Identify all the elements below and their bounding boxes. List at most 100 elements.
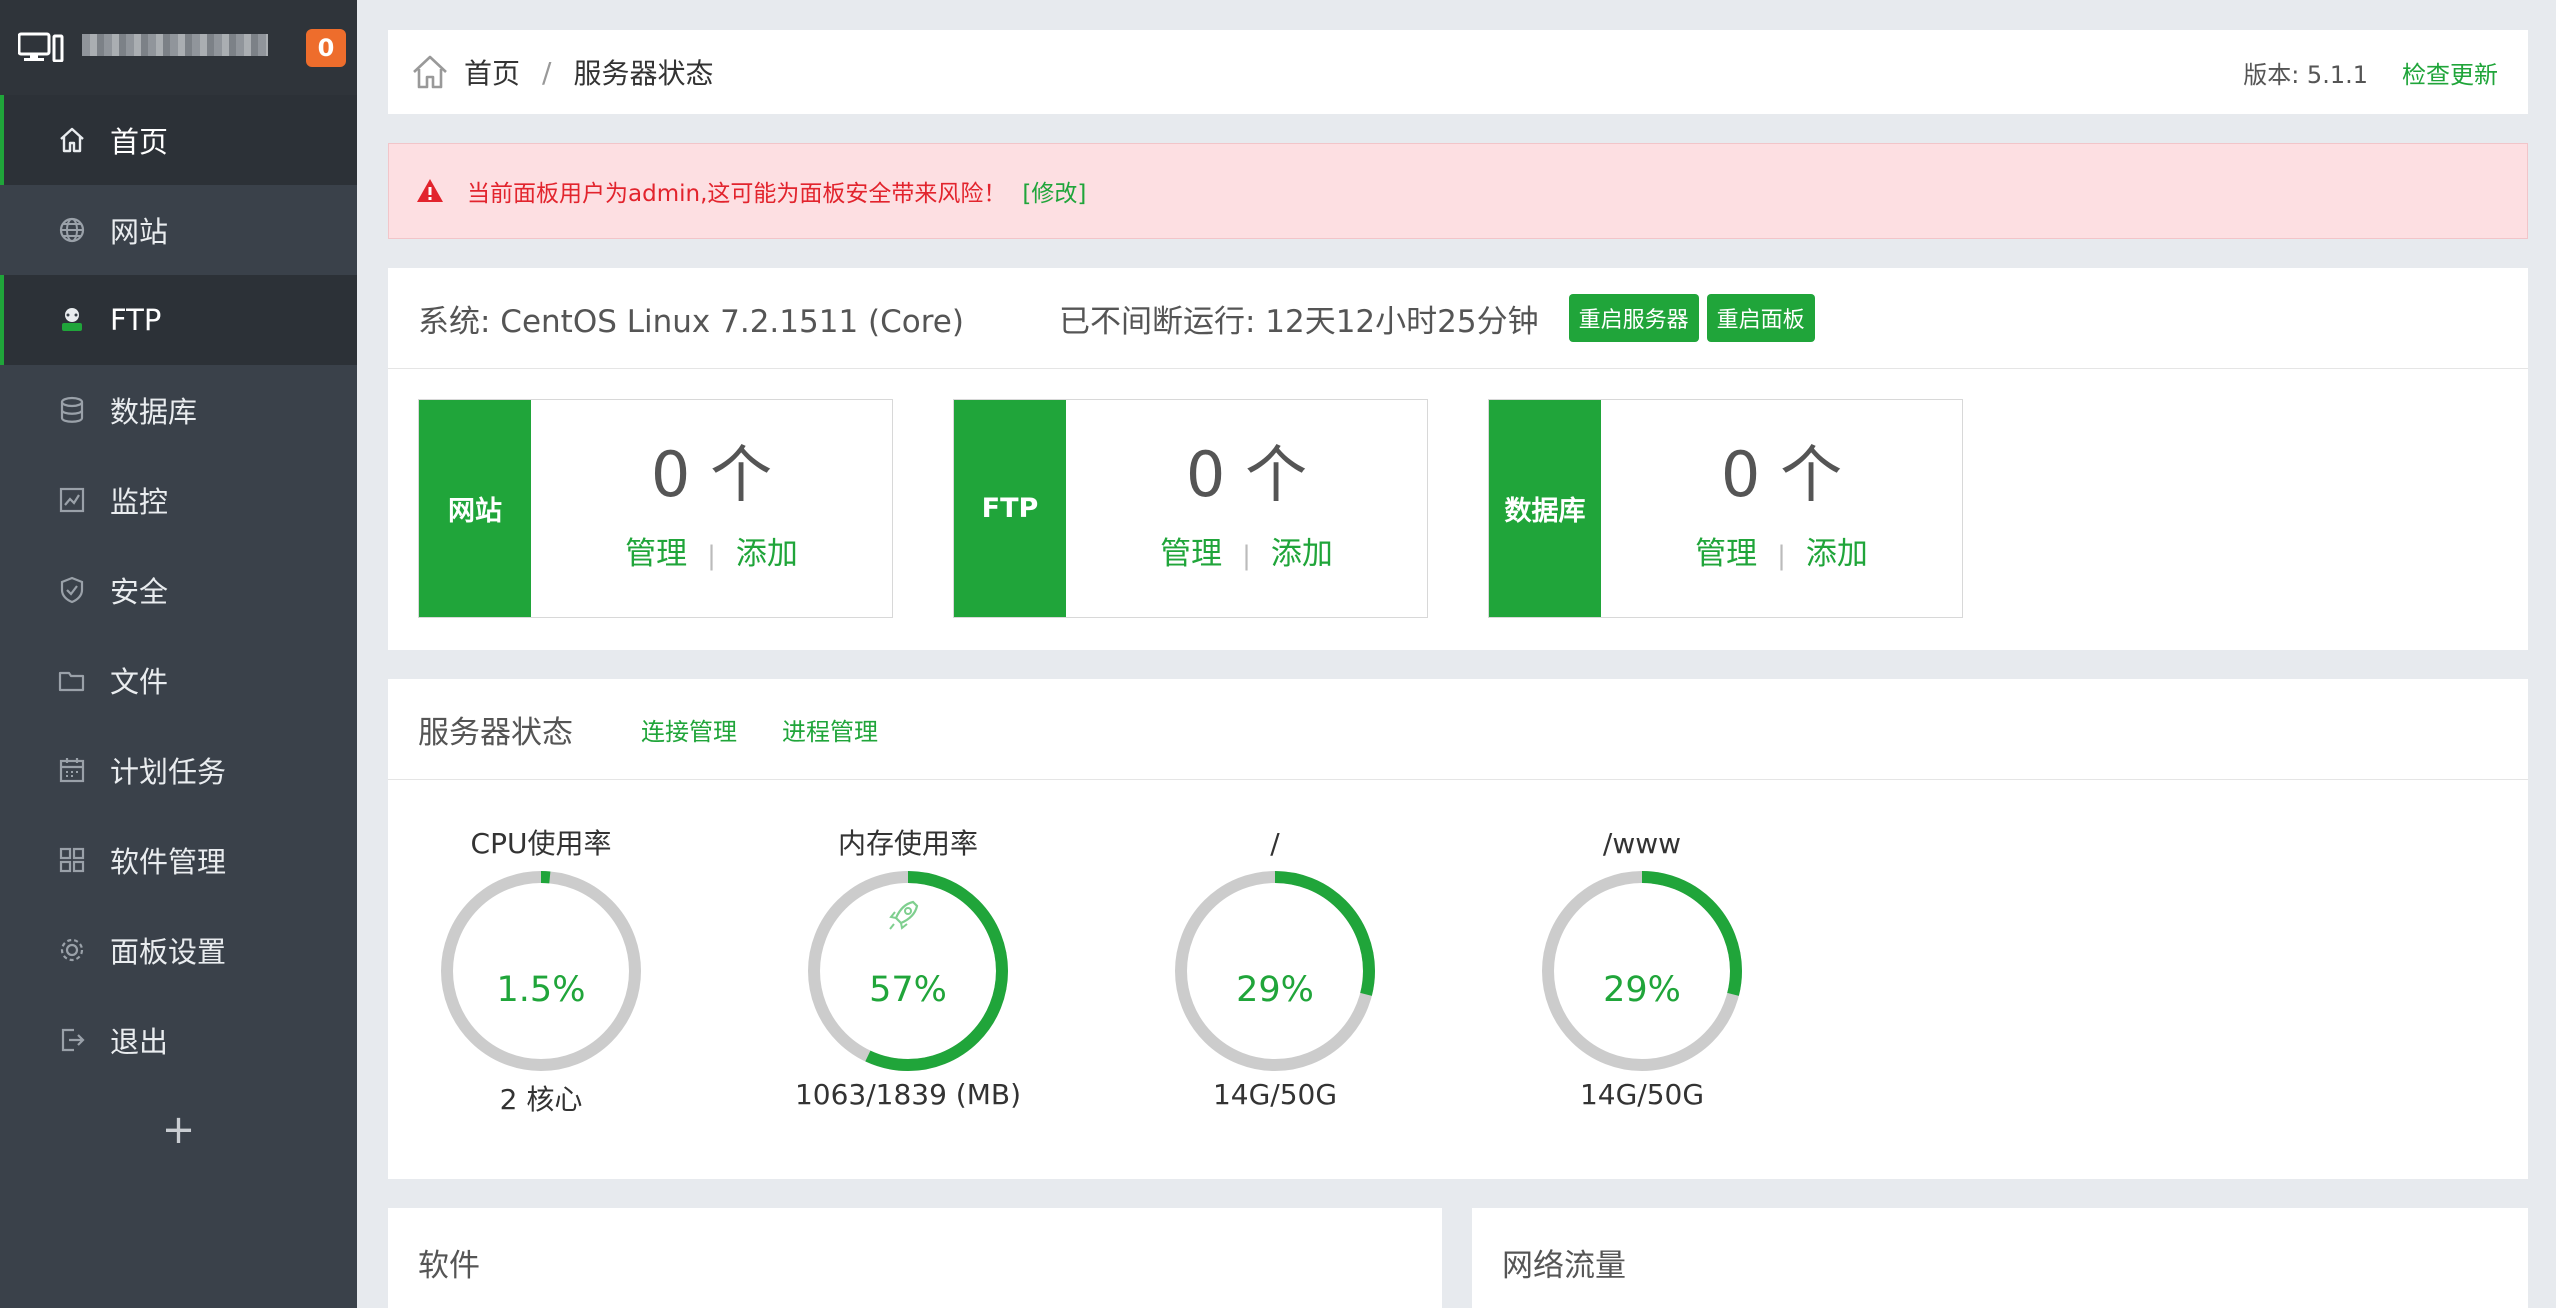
divider: | — [1242, 541, 1251, 571]
sidebar-header: 0 — [0, 0, 357, 95]
gauge-title: 内存使用率 — [837, 827, 978, 860]
root-disk-gauge[interactable]: / 29% 14G/50G — [1155, 824, 1395, 1111]
add-website-link[interactable]: 添加 — [736, 536, 798, 572]
sidebar-item-label: FTP — [110, 303, 162, 337]
sidebar: 0 首页 网站 FTP 数据库 监控 安全 文件 计划任务 软件管理 面板设置 … — [0, 0, 357, 1308]
breadcrumb-separator: / — [542, 55, 552, 89]
check-update-link[interactable]: 检查更新 — [2402, 55, 2498, 90]
panel-title: 软件 — [418, 1248, 480, 1284]
sidebar-item-label: 文件 — [110, 665, 169, 699]
add-database-link[interactable]: 添加 — [1806, 536, 1868, 572]
home-icon — [54, 122, 90, 158]
database-icon — [54, 392, 90, 428]
sidebar-item-software[interactable]: 软件管理 — [0, 815, 357, 905]
security-alert: 当前面板用户为admin,这可能为面板安全带来风险！ [修改] — [388, 143, 2528, 239]
breadcrumb-current: 服务器状态 — [573, 57, 714, 90]
memory-gauge[interactable]: 内存使用率 57% 1063/1839 (MB) — [788, 824, 1028, 1111]
ftp-tile: FTP 0 个 管理 | 添加 — [953, 399, 1428, 618]
traffic-panel: 网络流量 — [1472, 1208, 2528, 1308]
software-panel: 软件 — [388, 1208, 1442, 1308]
gauge-title: CPU使用率 — [470, 827, 612, 860]
sidebar-item-label: 计划任务 — [110, 755, 227, 789]
fix-link[interactable]: [修改] — [1022, 174, 1086, 208]
status-header: 服务器状态 连接管理 进程管理 — [388, 679, 2528, 780]
sidebar-item-settings[interactable]: 面板设置 — [0, 905, 357, 995]
server-status: 服务器状态 连接管理 进程管理 CPU使用率 1.5% 2 核心 内存使用率 5… — [388, 679, 2528, 1179]
warning-icon — [417, 179, 443, 202]
sidebar-item-label: 退出 — [110, 1025, 169, 1059]
system-header: 系统: CentOS Linux 7.2.1511 (Core) 已不间断运行:… — [388, 268, 2528, 369]
divider: | — [707, 541, 716, 571]
gauge-value: 29% — [1236, 970, 1314, 1010]
gauge-value: 29% — [1603, 970, 1681, 1010]
shield-icon — [54, 572, 90, 608]
gauge-title: /www — [1602, 827, 1682, 860]
server-logo-icon — [18, 32, 64, 62]
sidebar-item-label: 网站 — [110, 215, 169, 249]
system-overview: 系统: CentOS Linux 7.2.1511 (Core) 已不间断运行:… — [388, 268, 2528, 650]
database-tile: 数据库 0 个 管理 | 添加 — [1488, 399, 1963, 618]
processes-link[interactable]: 进程管理 — [782, 712, 878, 747]
gear-icon — [54, 932, 90, 968]
ftp-icon — [54, 302, 90, 338]
tile-count: 0 个 — [650, 438, 773, 511]
sidebar-item-label: 软件管理 — [110, 845, 227, 879]
tile-count: 0 个 — [1185, 438, 1308, 511]
tile-label: 网站 — [419, 400, 531, 617]
manage-database-link[interactable]: 管理 — [1695, 536, 1757, 572]
sidebar-item-cron[interactable]: 计划任务 — [0, 725, 357, 815]
add-ftp-link[interactable]: 添加 — [1271, 536, 1333, 572]
sidebar-item-database[interactable]: 数据库 — [0, 365, 357, 455]
tile-label: FTP — [954, 400, 1066, 617]
sidebar-item-label: 监控 — [110, 485, 169, 519]
uptime-info: 已不间断运行: 12天12小时25分钟 — [1058, 303, 1539, 340]
cpu-gauge[interactable]: CPU使用率 1.5% 2 核心 — [421, 824, 661, 1118]
gauge-detail: 14G/50G — [1579, 1078, 1705, 1111]
gauge-detail: 1063/1839 (MB) — [794, 1078, 1022, 1111]
panel-title: 网络流量 — [1502, 1248, 1626, 1284]
hostname-blurred — [82, 34, 268, 56]
gauge-value: 1.5% — [496, 970, 586, 1010]
tile-label: 数据库 — [1489, 400, 1601, 617]
alert-message: 当前面板用户为admin,这可能为面板安全带来风险！ — [467, 181, 1007, 207]
gauge-detail: 2 核心 — [499, 1083, 583, 1116]
folder-icon — [54, 662, 90, 698]
gauge-detail: 14G/50G — [1212, 1078, 1338, 1111]
globe-icon — [54, 212, 90, 248]
calendar-icon — [54, 752, 90, 788]
add-shortcut-button[interactable]: + — [0, 1087, 357, 1173]
grid-icon — [54, 842, 90, 878]
divider: | — [1777, 541, 1786, 571]
gauge-title: / — [1270, 827, 1280, 860]
sidebar-item-monitor[interactable]: 监控 — [0, 455, 357, 545]
sidebar-item-security[interactable]: 安全 — [0, 545, 357, 635]
sidebar-item-logout[interactable]: 退出 — [0, 995, 357, 1085]
breadcrumb: 首页 / 服务器状态 版本: 5.1.1 检查更新 — [388, 30, 2528, 114]
breadcrumb-home[interactable]: 首页 — [464, 52, 520, 92]
manage-website-link[interactable]: 管理 — [625, 536, 687, 572]
sidebar-item-ftp[interactable]: FTP — [0, 275, 357, 365]
message-badge[interactable]: 0 — [306, 29, 346, 67]
sidebar-item-website[interactable]: 网站 — [0, 185, 357, 275]
restart-panel-button[interactable]: 重启面板 — [1706, 294, 1815, 342]
sidebar-item-label: 数据库 — [110, 395, 198, 429]
restart-server-button[interactable]: 重启服务器 — [1568, 294, 1699, 342]
sidebar-item-files[interactable]: 文件 — [0, 635, 357, 725]
monitor-icon — [54, 482, 90, 518]
sidebar-item-label: 面板设置 — [110, 935, 227, 969]
manage-ftp-link[interactable]: 管理 — [1160, 536, 1222, 572]
rocket-icon[interactable] — [889, 900, 919, 930]
status-title: 服务器状态 — [418, 714, 573, 751]
connections-link[interactable]: 连接管理 — [641, 712, 737, 747]
home-icon[interactable] — [410, 52, 450, 92]
website-tile: 网站 0 个 管理 | 添加 — [418, 399, 893, 618]
gauge-value: 57% — [869, 970, 947, 1010]
sidebar-item-home[interactable]: 首页 — [0, 95, 357, 185]
version-label: 版本: 5.1.1 — [2243, 60, 2368, 89]
tile-count: 0 个 — [1720, 438, 1843, 511]
sidebar-item-label: 安全 — [110, 575, 169, 609]
logout-icon — [54, 1022, 90, 1058]
os-info: 系统: CentOS Linux 7.2.1511 (Core) — [418, 303, 964, 340]
www-disk-gauge[interactable]: /www 29% 14G/50G — [1522, 824, 1762, 1111]
sidebar-item-label: 首页 — [110, 125, 169, 159]
